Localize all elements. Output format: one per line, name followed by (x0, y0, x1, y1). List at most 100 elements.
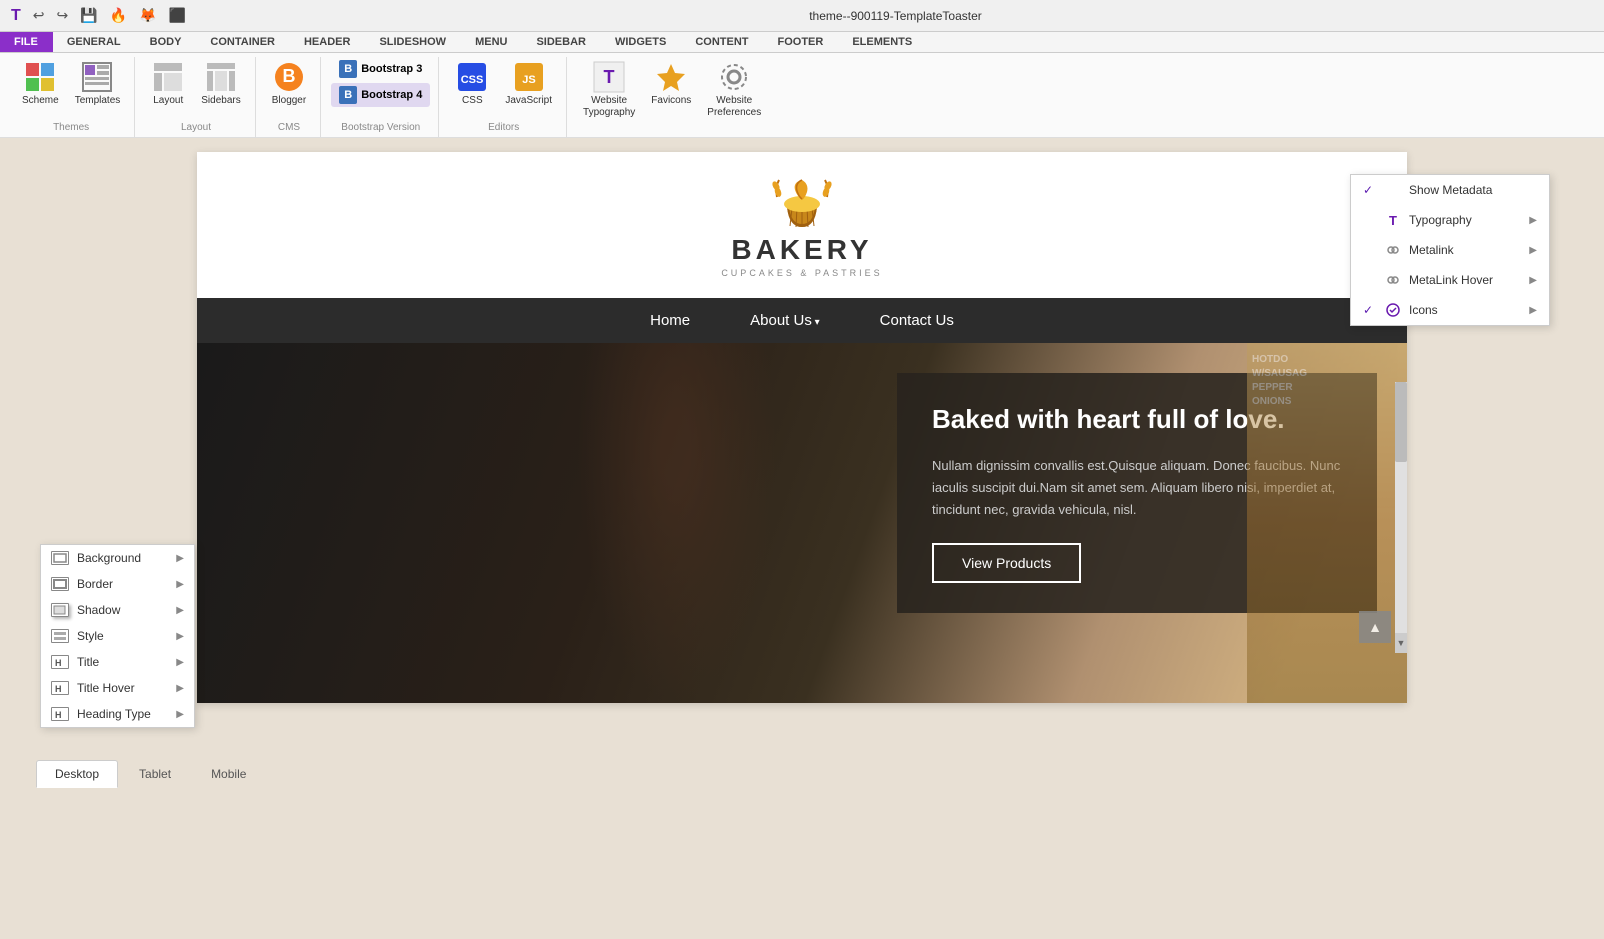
typography-icon-dd: T (1385, 212, 1401, 228)
ctx-shadow-label: Shadow (77, 603, 120, 617)
tab-sidebar[interactable]: SIDEBAR (522, 32, 601, 52)
metalink-icon (1385, 242, 1401, 258)
typography-icon: T (593, 61, 625, 93)
ctx-style-arrow: ▶ (176, 631, 184, 642)
ribbon-group-layout: Layout Sidebars Layout (137, 57, 255, 137)
ctx-title-hover[interactable]: H Title Hover ▶ (41, 675, 194, 701)
javascript-button[interactable]: JS JavaScript (499, 57, 558, 111)
background-icon (51, 551, 69, 565)
dd-icons[interactable]: ✓ Icons ▶ (1351, 295, 1549, 325)
bootstrap3-label: Bootstrap 3 (361, 63, 422, 75)
ribbon-group-editors: CSS CSS JS JavaScript Editors (441, 57, 567, 137)
metadata-icon (1385, 182, 1401, 198)
dd-metalink[interactable]: Metalink ▶ (1351, 235, 1549, 265)
ctx-border-label: Border (77, 577, 113, 591)
tab-widgets[interactable]: WIDGETS (601, 32, 681, 52)
ctx-shadow[interactable]: Shadow ▶ (41, 597, 194, 623)
layout-group-label: Layout (181, 122, 211, 133)
scheme-button[interactable]: Scheme (16, 57, 65, 111)
tab-file[interactable]: FILE (0, 32, 53, 52)
tab-general[interactable]: GENERAL (53, 32, 136, 52)
fire-icon[interactable]: 🔥 (107, 5, 130, 26)
undo-icon[interactable]: ↩ (30, 5, 48, 26)
dd-icons-arrow: ▶ (1529, 305, 1537, 316)
scroll-top-button[interactable]: ▲ (1359, 611, 1391, 643)
ctx-background-label: Background (77, 551, 141, 565)
nav-contact[interactable]: Contact Us (880, 312, 954, 329)
tab-footer[interactable]: FOOTER (763, 32, 838, 52)
ctx-border[interactable]: Border ▶ (41, 571, 194, 597)
editors-group-label: Editors (488, 122, 519, 133)
dd-icons-label: Icons (1409, 303, 1438, 317)
scrollbar-arrow-down[interactable]: ▼ (1395, 633, 1407, 653)
ctx-background-arrow: ▶ (176, 553, 184, 564)
dd-metalink-hover[interactable]: MetaLink Hover ▶ (1351, 265, 1549, 295)
blogger-icon: B (273, 61, 305, 93)
nav-home[interactable]: Home (650, 312, 690, 329)
sidebars-label: Sidebars (201, 95, 240, 107)
ctx-style[interactable]: Style ▶ (41, 623, 194, 649)
tab-menu[interactable]: MENU (461, 32, 522, 52)
tab-body[interactable]: BODY (136, 32, 197, 52)
browser-icon[interactable]: 🦊 (136, 5, 159, 26)
tab-desktop[interactable]: Desktop (36, 760, 118, 788)
bakery-name: BAKERY (731, 236, 872, 264)
ctx-heading-type[interactable]: H Heading Type ▶ (41, 701, 194, 727)
templates-button[interactable]: Templates (69, 57, 127, 111)
ribbon-content: Scheme Templates (0, 53, 1604, 137)
dd-metalink-hover-label: MetaLink Hover (1409, 273, 1493, 287)
cms-group-label: CMS (278, 122, 300, 133)
bakery-header: BAKERY CUPCAKES & PASTRIES (197, 152, 1407, 298)
bootstrap4-label: Bootstrap 4 (361, 89, 422, 101)
ribbon: FILE GENERAL BODY CONTAINER HEADER SLIDE… (0, 32, 1604, 138)
ribbon-tabs: FILE GENERAL BODY CONTAINER HEADER SLIDE… (0, 32, 1604, 53)
window-title: theme--900119-TemplateToaster (195, 9, 1596, 23)
ctx-background[interactable]: Background ▶ (41, 545, 194, 571)
scrollbar-thumb[interactable] (1395, 382, 1407, 462)
bootstrap-group-label: Bootstrap Version (341, 122, 420, 133)
dd-typography[interactable]: T Typography ▶ (1351, 205, 1549, 235)
scheme-icon (24, 61, 56, 93)
favicons-button[interactable]: Favicons (645, 57, 697, 111)
style-icon (51, 629, 69, 643)
website-preferences-label: WebsitePreferences (707, 95, 761, 119)
bottom-tabs: Desktop Tablet Mobile (24, 754, 1604, 788)
square-icon[interactable]: ⬛ (166, 5, 189, 26)
js-icon: JS (513, 61, 545, 93)
ctx-heading-type-label: Heading Type (77, 707, 151, 721)
view-products-button[interactable]: View Products (932, 543, 1081, 583)
tab-container[interactable]: CONTAINER (196, 32, 290, 52)
sidebars-button[interactable]: Sidebars (195, 57, 246, 111)
tab-content[interactable]: CONTENT (681, 32, 763, 52)
website-typography-button[interactable]: T WebsiteTypography (577, 57, 641, 123)
themes-group-label: Themes (53, 122, 89, 133)
tab-slideshow[interactable]: SLIDESHOW (365, 32, 461, 52)
layout-items: Layout Sidebars (145, 57, 246, 118)
top-bar: T ↩ ↪ 💾 🔥 🦊 ⬛ theme--900119-TemplateToas… (0, 0, 1604, 32)
css-button[interactable]: CSS CSS (449, 57, 495, 111)
website-preferences-button[interactable]: WebsitePreferences (701, 57, 767, 123)
tab-mobile[interactable]: Mobile (192, 760, 265, 788)
bootstrap3-button[interactable]: B Bootstrap 3 (331, 57, 430, 81)
nav-about[interactable]: About Us (750, 312, 820, 329)
ctx-title[interactable]: H Title ▶ (41, 649, 194, 675)
tab-elements[interactable]: ELEMENTS (838, 32, 927, 52)
themes-items: Scheme Templates (16, 57, 126, 118)
tab-header[interactable]: HEADER (290, 32, 365, 52)
blogger-button[interactable]: B Blogger (266, 57, 312, 111)
redo-icon[interactable]: ↪ (54, 5, 72, 26)
bootstrap3-icon: B (339, 60, 357, 78)
save-icon[interactable]: 💾 (77, 5, 100, 26)
layout-button[interactable]: Layout (145, 57, 191, 111)
tab-tablet[interactable]: Tablet (120, 760, 190, 788)
bootstrap-version-group: B Bootstrap 3 B Bootstrap 4 (331, 57, 430, 107)
ribbon-group-bootstrap: B Bootstrap 3 B Bootstrap 4 Bootstrap Ve… (323, 57, 439, 137)
css-label: CSS (462, 95, 483, 107)
website-typography-label: WebsiteTypography (583, 95, 635, 119)
canvas-scrollbar[interactable]: ▼ (1395, 382, 1407, 653)
bootstrap4-button[interactable]: B Bootstrap 4 (331, 83, 430, 107)
ctx-title-arrow: ▶ (176, 657, 184, 668)
blogger-label: Blogger (272, 95, 306, 107)
dd-show-metadata[interactable]: ✓ Show Metadata (1351, 175, 1549, 205)
svg-text:JS: JS (522, 74, 535, 86)
